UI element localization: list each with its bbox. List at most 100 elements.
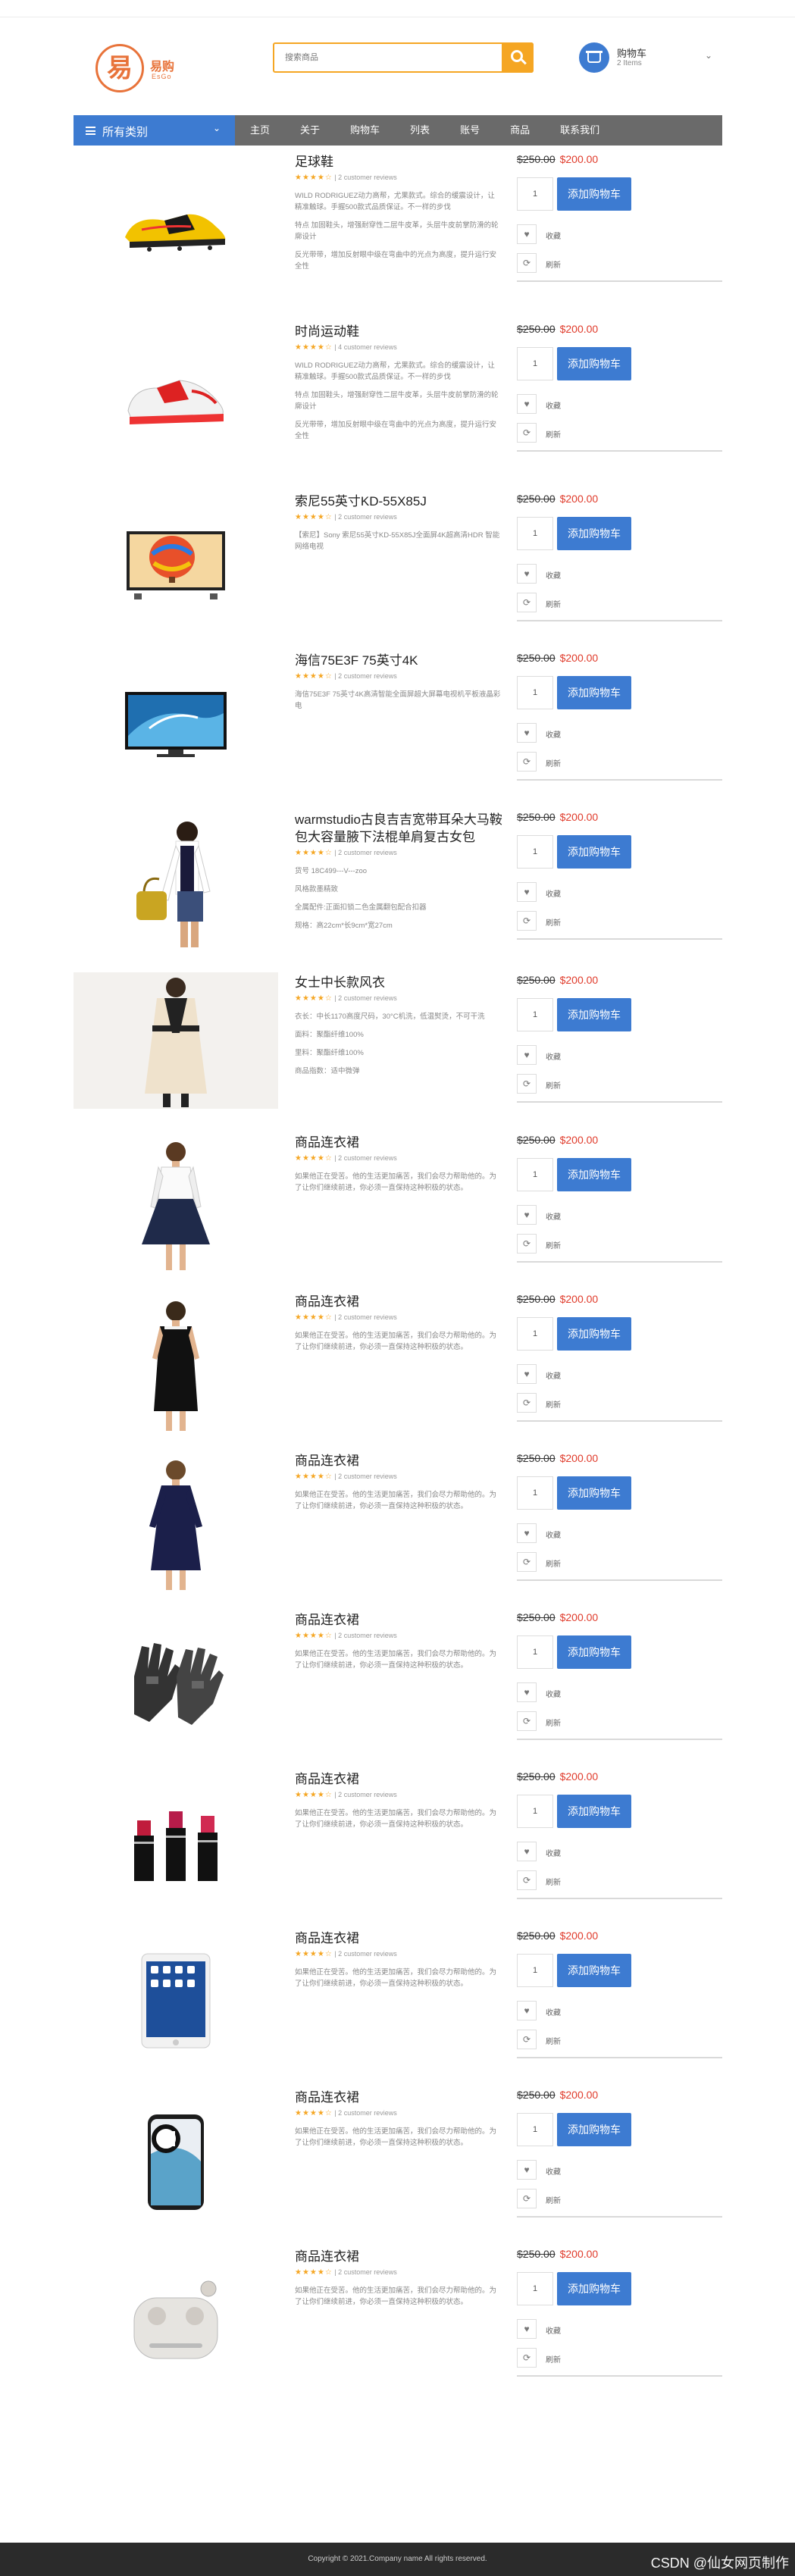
refresh-icon[interactable]: ⟳ — [517, 1552, 537, 1572]
nav-item-about[interactable]: 关于 — [285, 115, 335, 146]
heart-icon[interactable]: ♥ — [517, 1045, 537, 1065]
add-to-cart-button[interactable]: 添加购物车 — [557, 1317, 631, 1351]
heart-icon[interactable]: ♥ — [517, 1523, 537, 1543]
add-to-cart-button[interactable]: 添加购物车 — [557, 998, 631, 1031]
chevron-down-icon[interactable]: ⌄ — [705, 50, 712, 61]
compare-action[interactable]: ⟳ 刷新 — [517, 2189, 593, 2208]
product-image[interactable] — [74, 2252, 278, 2389]
add-to-cart-button[interactable]: 添加购物车 — [557, 1954, 631, 1987]
refresh-icon[interactable]: ⟳ — [517, 911, 537, 931]
add-to-cart-button[interactable]: 添加购物车 — [557, 347, 631, 380]
compare-action[interactable]: ⟳ 刷新 — [517, 2348, 593, 2368]
favorite-action[interactable]: ♥ 收藏 — [517, 1045, 593, 1065]
heart-icon[interactable]: ♥ — [517, 2319, 537, 2339]
favorite-action[interactable]: ♥ 收藏 — [517, 2319, 593, 2339]
add-to-cart-button[interactable]: 添加购物车 — [557, 1158, 631, 1191]
heart-icon[interactable]: ♥ — [517, 224, 537, 244]
heart-icon[interactable]: ♥ — [517, 394, 537, 414]
heart-icon[interactable]: ♥ — [517, 723, 537, 743]
compare-action[interactable]: ⟳ 刷新 — [517, 253, 593, 273]
product-image[interactable] — [74, 497, 278, 634]
nav-item-contact[interactable]: 联系我们 — [545, 115, 615, 146]
refresh-icon[interactable]: ⟳ — [517, 2348, 537, 2368]
nav-item-products[interactable]: 商品 — [495, 115, 545, 146]
product-image[interactable] — [74, 158, 278, 294]
quantity-input[interactable]: 1 — [517, 347, 553, 380]
product-title[interactable]: 商品连衣裙 — [295, 1452, 507, 1470]
heart-icon[interactable]: ♥ — [517, 882, 537, 902]
heart-icon[interactable]: ♥ — [517, 1842, 537, 1861]
refresh-icon[interactable]: ⟳ — [517, 2189, 537, 2208]
quantity-input[interactable]: 1 — [517, 835, 553, 869]
refresh-icon[interactable]: ⟳ — [517, 1870, 537, 1890]
favorite-action[interactable]: ♥ 收藏 — [517, 2001, 593, 2020]
add-to-cart-button[interactable]: 添加购物车 — [557, 1635, 631, 1669]
compare-action[interactable]: ⟳ 刷新 — [517, 911, 593, 931]
product-image[interactable] — [74, 1616, 278, 1752]
refresh-icon[interactable]: ⟳ — [517, 2030, 537, 2049]
add-to-cart-button[interactable]: 添加购物车 — [557, 1795, 631, 1828]
site-logo[interactable]: 易 易购 EsGo — [95, 44, 186, 92]
product-title[interactable]: 商品连衣裙 — [295, 2248, 507, 2265]
favorite-action[interactable]: ♥ 收藏 — [517, 394, 593, 414]
product-title[interactable]: 海信75E3F 75英寸4K — [295, 652, 507, 669]
product-image[interactable] — [74, 656, 278, 793]
quantity-input[interactable]: 1 — [517, 1795, 553, 1828]
favorite-action[interactable]: ♥ 收藏 — [517, 1523, 593, 1543]
add-to-cart-button[interactable]: 添加购物车 — [557, 517, 631, 550]
refresh-icon[interactable]: ⟳ — [517, 1711, 537, 1731]
quantity-input[interactable]: 1 — [517, 2113, 553, 2146]
refresh-icon[interactable]: ⟳ — [517, 1234, 537, 1254]
product-title[interactable]: 商品连衣裙 — [295, 1293, 507, 1310]
heart-icon[interactable]: ♥ — [517, 2160, 537, 2180]
compare-action[interactable]: ⟳ 刷新 — [517, 1552, 593, 1572]
favorite-action[interactable]: ♥ 收藏 — [517, 1682, 593, 1702]
product-title[interactable]: 商品连衣裙 — [295, 1134, 507, 1151]
heart-icon[interactable]: ♥ — [517, 1205, 537, 1225]
product-image[interactable] — [74, 1138, 278, 1275]
favorite-action[interactable]: ♥ 收藏 — [517, 564, 593, 584]
product-title[interactable]: 索尼55英寸KD-55X85J — [295, 493, 507, 510]
heart-icon[interactable]: ♥ — [517, 564, 537, 584]
product-title[interactable]: 商品连衣裙 — [295, 1770, 507, 1788]
compare-action[interactable]: ⟳ 刷新 — [517, 1234, 593, 1254]
quantity-input[interactable]: 1 — [517, 1317, 553, 1351]
quantity-input[interactable]: 1 — [517, 676, 553, 709]
quantity-input[interactable]: 1 — [517, 1954, 553, 1987]
favorite-action[interactable]: ♥ 收藏 — [517, 1842, 593, 1861]
cart-widget[interactable]: 购物车 2 Items ⌄ — [579, 42, 723, 76]
heart-icon[interactable]: ♥ — [517, 1364, 537, 1384]
search-button[interactable] — [502, 42, 534, 73]
product-title[interactable]: 足球鞋 — [295, 153, 507, 171]
refresh-icon[interactable]: ⟳ — [517, 593, 537, 612]
add-to-cart-button[interactable]: 添加购物车 — [557, 2113, 631, 2146]
product-title[interactable]: 商品连衣裙 — [295, 2089, 507, 2106]
add-to-cart-button[interactable]: 添加购物车 — [557, 1476, 631, 1510]
quantity-input[interactable]: 1 — [517, 517, 553, 550]
quantity-input[interactable]: 1 — [517, 1476, 553, 1510]
favorite-action[interactable]: ♥ 收藏 — [517, 1205, 593, 1225]
nav-item-account[interactable]: 账号 — [445, 115, 495, 146]
compare-action[interactable]: ⟳ 刷新 — [517, 1393, 593, 1413]
product-title[interactable]: warmstudio古良吉吉宽带耳朵大马鞍包大容量腋下法棍单肩复古女包 — [295, 811, 507, 846]
add-to-cart-button[interactable]: 添加购物车 — [557, 2272, 631, 2305]
refresh-icon[interactable]: ⟳ — [517, 1074, 537, 1094]
search-input[interactable] — [274, 44, 502, 71]
compare-action[interactable]: ⟳ 刷新 — [517, 1711, 593, 1731]
product-image[interactable] — [74, 1297, 278, 1434]
product-image[interactable] — [74, 2093, 278, 2230]
favorite-action[interactable]: ♥ 收藏 — [517, 882, 593, 902]
nav-item-list[interactable]: 列表 — [395, 115, 445, 146]
heart-icon[interactable]: ♥ — [517, 1682, 537, 1702]
product-image[interactable] — [74, 1457, 278, 1593]
compare-action[interactable]: ⟳ 刷新 — [517, 2030, 593, 2049]
product-title[interactable]: 商品连衣裙 — [295, 1611, 507, 1629]
refresh-icon[interactable]: ⟳ — [517, 752, 537, 772]
all-categories-button[interactable]: 所有类别 ⌄ — [74, 115, 235, 146]
quantity-input[interactable]: 1 — [517, 1635, 553, 1669]
product-image[interactable] — [74, 327, 278, 464]
product-image[interactable] — [74, 1934, 278, 2071]
add-to-cart-button[interactable]: 添加购物车 — [557, 177, 631, 211]
nav-item-cart[interactable]: 购物车 — [335, 115, 395, 146]
refresh-icon[interactable]: ⟳ — [517, 1393, 537, 1413]
